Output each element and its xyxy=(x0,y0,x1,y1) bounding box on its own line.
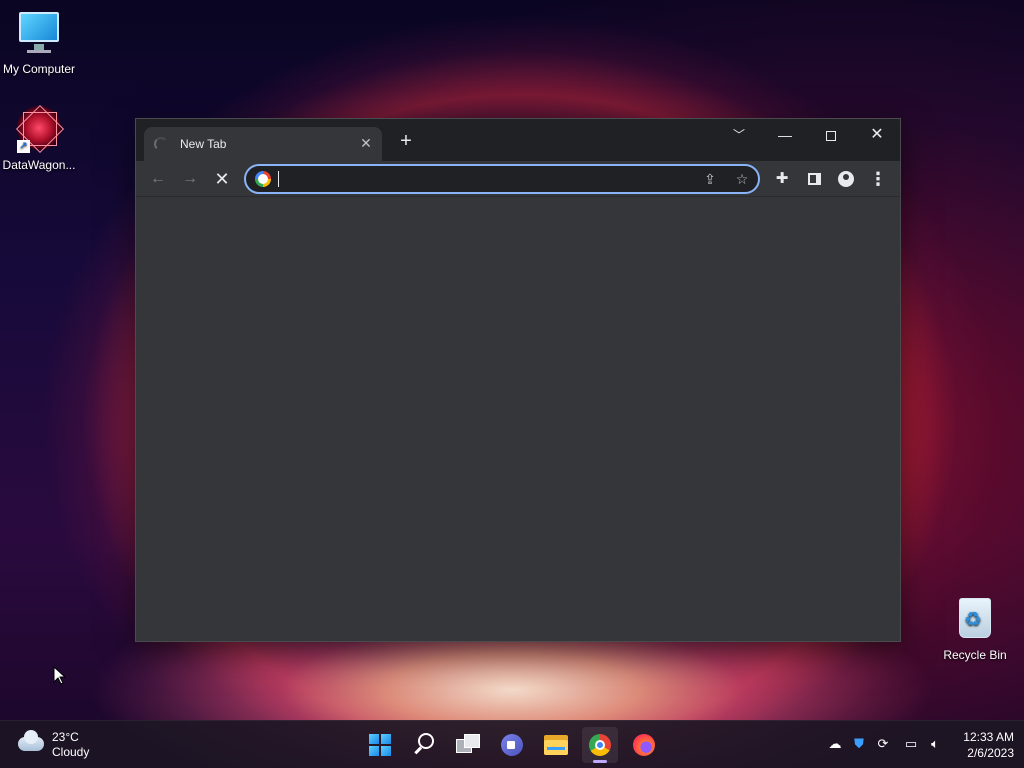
arrow-left-icon: ← xyxy=(150,170,166,187)
kebab-menu-icon: ⋮ xyxy=(869,169,887,189)
close-icon: ✕ xyxy=(870,126,884,143)
recycle-bin-icon xyxy=(951,596,999,644)
system-clock[interactable]: 12:33 AM 2/6/2023 xyxy=(954,729,1014,761)
profile-button[interactable] xyxy=(834,167,858,191)
close-window-button[interactable]: ✕ xyxy=(864,123,890,147)
address-input[interactable] xyxy=(278,170,688,188)
desktop-icon-label: DataWagon... xyxy=(2,158,76,172)
file-explorer-button[interactable] xyxy=(538,727,574,763)
maximize-button[interactable] xyxy=(818,123,844,147)
chrome-taskbar-button[interactable] xyxy=(582,727,618,763)
desktop-icon-recycle-bin[interactable]: Recycle Bin xyxy=(935,596,1015,662)
desktop-icon-my-computer[interactable]: My Computer xyxy=(0,10,79,76)
plus-icon: + xyxy=(400,130,412,152)
search-button[interactable] xyxy=(406,727,442,763)
security-shield-icon[interactable]: ⛊ xyxy=(850,735,868,753)
close-icon: ✕ xyxy=(360,135,372,151)
browser-titlebar[interactable]: New Tab ✕ + ﹀ — ✕ xyxy=(136,119,900,161)
monitor-icon xyxy=(15,10,63,58)
side-panel-button[interactable] xyxy=(802,167,826,191)
google-icon xyxy=(255,171,271,187)
close-icon: ✕ xyxy=(214,169,230,189)
taskbar: 23°C Cloudy ☁ ⛊ ⟳ ▭ 🔈︎ 12:33 AM 2/6/2023 xyxy=(0,720,1024,768)
cloud-icon xyxy=(18,730,44,751)
arrow-right-icon: → xyxy=(182,170,198,187)
weather-temperature: 23°C xyxy=(52,730,79,744)
firefox-taskbar-button[interactable] xyxy=(626,727,662,763)
sync-icon[interactable]: ⟳ xyxy=(874,735,892,753)
puzzle-icon: ✚ xyxy=(775,170,789,187)
desktop-icon-label: Recycle Bin xyxy=(943,648,1007,662)
chevron-down-icon: ﹀ xyxy=(732,128,745,142)
search-icon xyxy=(418,733,434,749)
tab-title: New Tab xyxy=(180,137,227,151)
desktop-icon-label: My Computer xyxy=(2,62,76,76)
datawagon-icon: ↗ xyxy=(15,106,63,154)
browser-toolbar: ← → ✕ ⇪ ☆ ✚ ⋮ xyxy=(136,161,900,197)
page-content[interactable] xyxy=(136,198,900,641)
loading-spinner-icon xyxy=(154,137,168,151)
share-button[interactable]: ⇪ xyxy=(700,169,720,189)
forward-button[interactable]: → xyxy=(178,167,202,191)
browser-window: New Tab ✕ + ﹀ — ✕ ← → ✕ ⇪ ☆ ✚ ⋮ xyxy=(135,118,901,642)
new-tab-button[interactable]: + xyxy=(396,131,416,151)
minimize-button[interactable]: — xyxy=(772,123,798,147)
speaker-icon[interactable]: 🔈︎ xyxy=(926,735,944,753)
address-bar[interactable]: ⇪ ☆ xyxy=(244,164,760,194)
side-panel-icon xyxy=(807,173,821,186)
cloud-offline-icon[interactable]: ☁ xyxy=(826,735,844,753)
mouse-pointer-icon xyxy=(53,666,67,685)
start-button[interactable] xyxy=(362,727,398,763)
video-chat-icon xyxy=(501,734,523,756)
bookmark-button[interactable]: ☆ xyxy=(732,169,752,189)
minimize-icon: — xyxy=(778,127,792,143)
tab-new-tab[interactable]: New Tab ✕ xyxy=(144,127,382,161)
person-icon xyxy=(838,171,854,188)
firefox-icon xyxy=(633,734,655,756)
share-icon: ⇪ xyxy=(704,171,716,187)
maximize-icon xyxy=(826,131,836,142)
clock-time: 12:33 AM xyxy=(963,730,1014,744)
active-app-indicator xyxy=(593,760,607,763)
extensions-button[interactable]: ✚ xyxy=(770,167,794,191)
browser-menu-button[interactable]: ⋮ xyxy=(866,167,890,191)
network-icon[interactable]: ▭ xyxy=(902,735,920,753)
task-view-button[interactable] xyxy=(450,727,486,763)
windows-logo-icon xyxy=(369,734,391,756)
chrome-icon xyxy=(589,734,611,756)
back-button[interactable]: ← xyxy=(146,167,170,191)
stop-loading-button[interactable]: ✕ xyxy=(210,167,234,191)
tab-search-button[interactable]: ﹀ xyxy=(726,123,752,147)
text-caret xyxy=(278,171,279,187)
tab-close-button[interactable]: ✕ xyxy=(358,135,374,151)
weather-condition: Cloudy xyxy=(52,745,90,759)
chat-button[interactable] xyxy=(494,727,530,763)
clock-date: 2/6/2023 xyxy=(967,746,1014,760)
desktop-icon-datawagon[interactable]: ↗ DataWagon... xyxy=(0,106,79,172)
shortcut-arrow-icon: ↗ xyxy=(17,140,30,153)
star-icon: ☆ xyxy=(735,171,749,187)
